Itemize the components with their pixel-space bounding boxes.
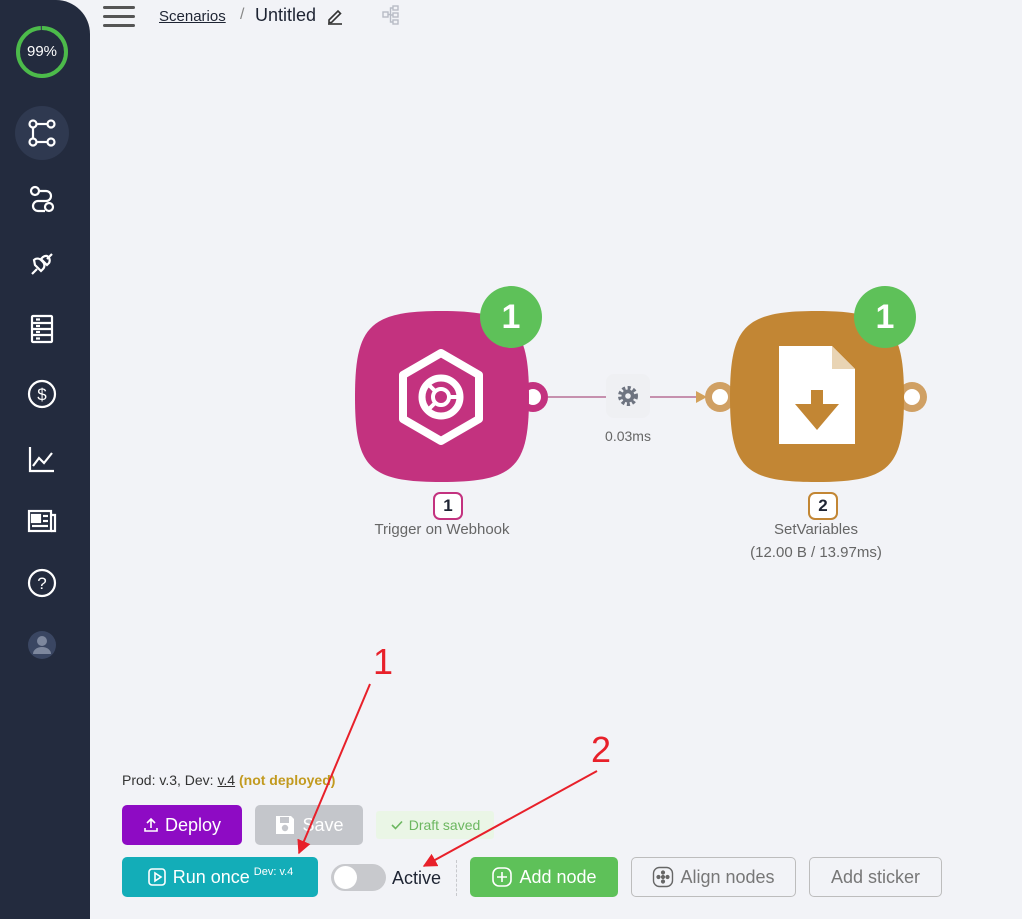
align-nodes-label: Align nodes xyxy=(680,866,775,887)
upload-icon xyxy=(144,817,158,832)
node-2-stats: (12.00 B / 13.97ms) xyxy=(750,544,882,561)
toolbar-divider xyxy=(456,860,457,896)
version-prod-dev-text: Prod: v.3, Dev: xyxy=(122,772,218,788)
edge-timing: 0.03ms xyxy=(605,428,651,444)
add-sticker-label: Add sticker xyxy=(830,866,921,887)
node-2-run-count-badge: 1 xyxy=(854,286,916,348)
node-1-label: Trigger on Webhook xyxy=(374,521,510,538)
deploy-label: Deploy xyxy=(164,814,222,835)
active-label: Active xyxy=(392,868,442,888)
align-nodes-button[interactable]: Align nodes xyxy=(631,857,796,897)
node-1-index: 1 xyxy=(433,492,463,520)
active-toggle-knob[interactable] xyxy=(334,866,357,889)
run-once-version: Dev: v.4 xyxy=(253,866,294,878)
deploy-button[interactable]: Deploy xyxy=(122,805,242,845)
node-2-label: SetVariables xyxy=(774,521,858,538)
run-once-label: Run once xyxy=(172,866,250,887)
plus-circle-icon xyxy=(492,867,513,887)
version-status: Prod: v.3, Dev: v.4 (not deployed) xyxy=(122,772,335,788)
draft-saved-status: Draft saved xyxy=(376,811,494,839)
annotation-label-2: 2 xyxy=(591,729,612,770)
draft-saved-label: Draft saved xyxy=(408,817,481,833)
play-icon xyxy=(147,868,166,886)
dev-version-link[interactable]: v.4 xyxy=(217,772,235,788)
node-1-run-count-badge: 1 xyxy=(480,286,542,348)
add-node-label: Add node xyxy=(519,866,597,887)
floppy-disk-icon xyxy=(276,816,295,834)
add-sticker-button[interactable]: Add sticker xyxy=(809,857,942,897)
save-label: Save xyxy=(302,814,344,835)
file-download-icon xyxy=(779,346,855,444)
run-once-button[interactable]: Run once Dev: v.4 xyxy=(122,857,318,897)
annotation-label-1: 1 xyxy=(373,641,394,682)
align-grid-icon xyxy=(653,866,674,888)
save-button[interactable]: Save xyxy=(255,805,363,845)
check-icon xyxy=(391,820,403,830)
not-deployed-warning: (not deployed) xyxy=(238,772,336,788)
add-node-button[interactable]: Add node xyxy=(470,857,618,897)
node-2-index: 2 xyxy=(808,492,838,520)
